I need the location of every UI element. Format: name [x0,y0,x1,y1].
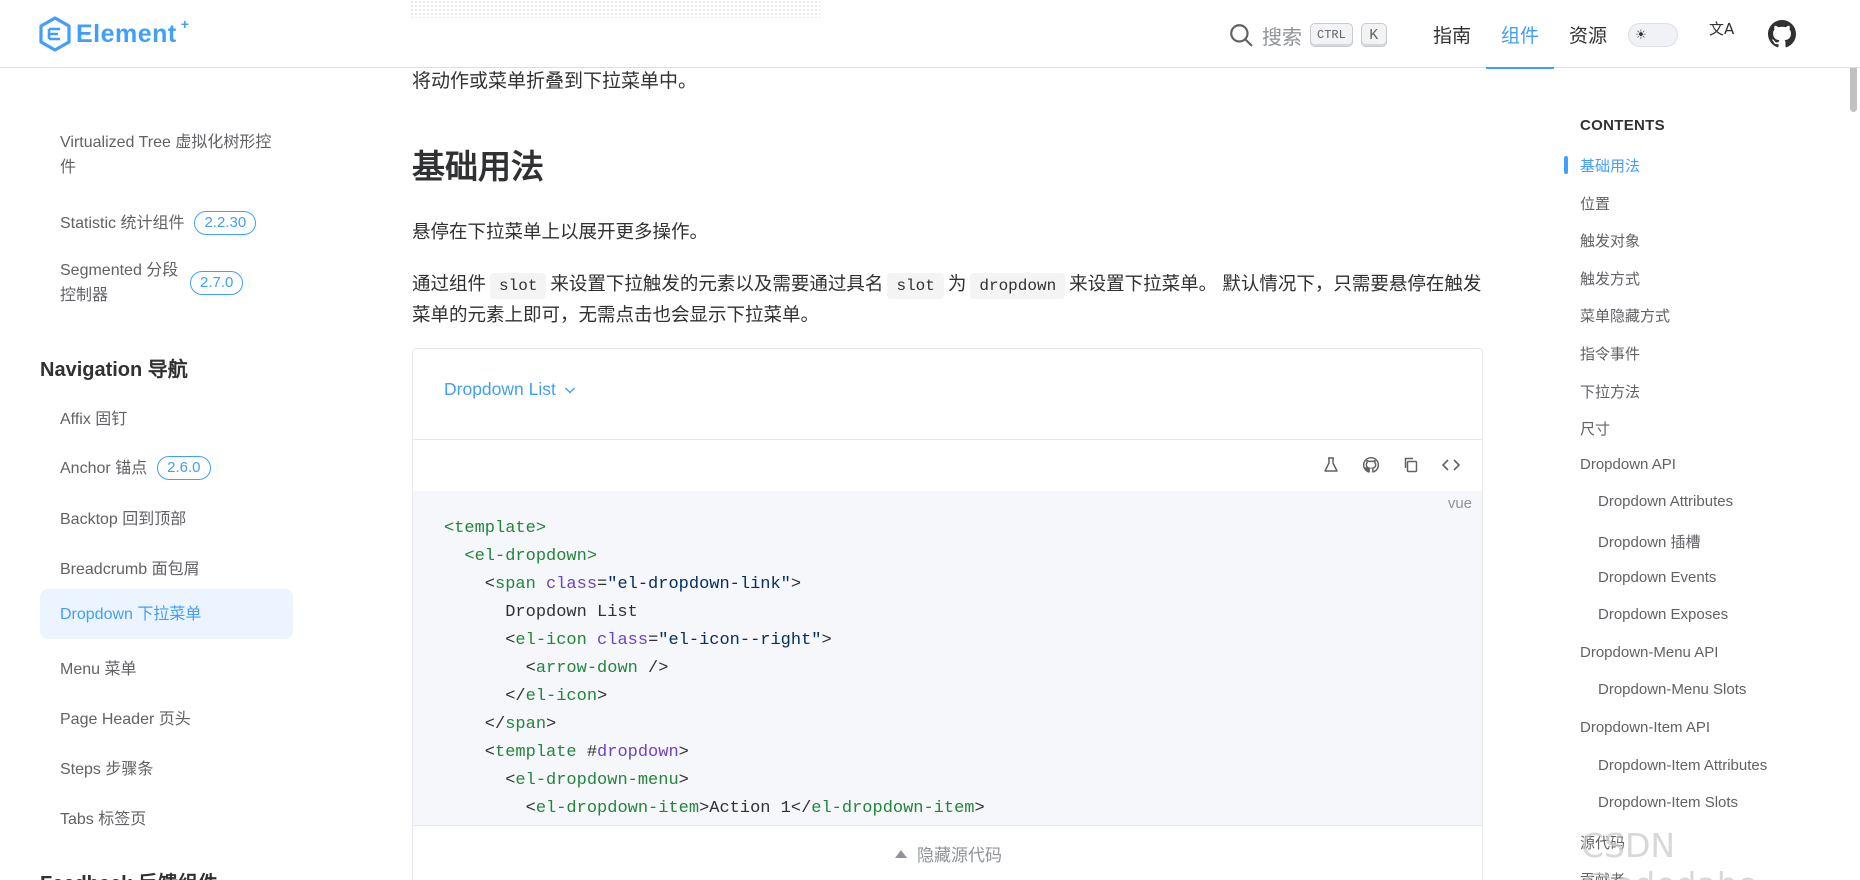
toc-item[interactable]: Dropdown 插槽 [1598,531,1701,552]
sidebar-item-virtualized-tree[interactable]: Virtualized Tree 虚拟化树形控件 [40,129,293,181]
demo-preview: Dropdown List [413,349,1482,440]
sidebar-item-anchor[interactable]: Anchor 锚点 2.6.0 [40,450,293,486]
toc-item[interactable]: Dropdown Attributes [1598,493,1733,510]
section-heading-basic-usage: 基础用法 [412,148,544,185]
sidebar-item-label: Affix 固钉 [60,410,128,428]
sidebar-item-label: Menu 菜单 [60,660,137,678]
toc-item[interactable]: Dropdown Exposes [1598,606,1728,623]
demo-toolbar [413,440,1482,490]
inline-code: slot [490,273,547,299]
sidebar-item-menu[interactable]: Menu 菜单 [40,651,293,687]
github-icon[interactable] [1768,20,1796,48]
search-label: 搜索 [1262,26,1302,49]
detail-text: 来设置下拉触发的元素以及需要通过具名 [550,273,884,294]
toc-item[interactable]: Dropdown-Menu Slots [1598,681,1746,698]
sidebar-item-tabs[interactable]: Tabs 标签页 [40,801,293,837]
copy-icon[interactable] [1399,453,1423,477]
logo-text: Element [76,19,177,48]
toc-item[interactable]: Dropdown API [1580,456,1676,473]
sidebar-item-label: Segmented 分段控制器 [60,262,179,304]
search-icon [1230,24,1253,47]
toc-item[interactable]: Dropdown-Item Attributes [1598,757,1767,774]
top-header: Element + 搜索 CTRL K 指南 组件 资源 ☀ 文A [0,0,1860,69]
version-badge: 2.6.0 [157,456,211,480]
sidebar-item-steps[interactable]: Steps 步骤条 [40,751,293,787]
sidebar-item-label: Tabs 标签页 [60,810,147,828]
nav-components[interactable]: 组件 [1486,0,1555,69]
sidebar-item-label: Dropdown 下拉菜单 [60,605,202,623]
sidebar-item-label: Statistic 统计组件 [60,214,185,232]
sidebar-item-label: Backtop 回到顶部 [60,510,187,528]
nav-resources[interactable]: 资源 [1554,0,1622,68]
toc-item[interactable]: Dropdown-Item API [1580,719,1710,736]
sun-icon: ☀ [1635,27,1647,42]
sidebar-item-label: Breadcrumb 面包屑 [60,560,200,578]
chevron-down-icon [564,387,575,393]
sidebar-item-label: Anchor 锚点 [60,459,148,477]
toc-title: CONTENTS [1580,117,1665,134]
demo-block: Dropdown List vue <template> <el-dropdow… [412,348,1483,880]
watermark: CSDN @ededabo [1581,826,1758,880]
toc-item[interactable]: 基础用法 [1580,155,1640,176]
toc-item[interactable]: 触发对象 [1580,230,1640,251]
toc-item[interactable]: 尺寸 [1580,418,1610,439]
top-nav: 指南 组件 资源 [1418,0,1622,69]
sidebar-item-affix[interactable]: Affix 固钉 [40,401,293,437]
sidebar: Virtualized Tree 虚拟化树形控件 Statistic 统计组件 … [0,69,340,880]
toc-item[interactable]: 菜单隐藏方式 [1580,305,1670,326]
logo-superscript: + [180,16,189,32]
toc-item[interactable]: 指令事件 [1580,343,1640,364]
kbd-ctrl: CTRL [1310,23,1353,47]
section-description: 悬停在下拉菜单上以展开更多操作。 [412,221,709,242]
intro-text: 将动作或菜单折叠到下拉菜单中。 [412,71,698,92]
toc-item[interactable]: 下拉方法 [1580,381,1640,402]
section-detail: 通过组件 slot 来设置下拉触发的元素以及需要通过具名 slot 为 dropdown 来… [412,268,1482,330]
sidebar-item-label: Steps 步骤条 [60,760,154,778]
toc-item[interactable]: Dropdown-Item Slots [1598,794,1738,811]
code-toggle-icon[interactable] [1439,453,1463,477]
element-logo[interactable]: Element + [38,16,189,52]
dropdown-list-trigger[interactable]: Dropdown List [444,379,576,400]
search-button[interactable]: 搜索 CTRL K [1228,20,1387,50]
version-badge: 2.2.30 [194,211,257,235]
hide-source-button[interactable]: 隐藏源代码 [413,825,1482,880]
hide-source-label: 隐藏源代码 [917,846,1002,865]
detail-text: 通过组件 [412,273,487,294]
sidebar-item-backtop[interactable]: Backtop 回到顶部 [40,501,293,537]
code-language-tag: vue [1447,495,1472,512]
detail-text: 为 [947,273,967,294]
toc-item[interactable]: Dropdown-Menu API [1580,644,1718,661]
toc-item[interactable]: 位置 [1580,193,1610,214]
toc-item[interactable]: Dropdown Events [1598,569,1716,586]
theme-toggle[interactable]: ☀ [1628,23,1678,47]
code-lines: <template> <el-dropdown> <span class="el… [444,519,985,818]
inline-code: slot [887,273,944,299]
sidebar-item-statistic[interactable]: Statistic 统计组件 2.2.30 [40,205,293,241]
sidebar-group-navigation: Navigation 导航 [40,359,188,381]
sidebar-item-breadcrumb[interactable]: Breadcrumb 面包屑 [40,551,293,587]
element-logo-icon [39,16,71,52]
header-decoration [410,0,820,18]
github-edit-icon[interactable] [1359,453,1383,477]
inline-code: dropdown [970,273,1066,299]
dropdown-label: Dropdown List [444,379,556,399]
sidebar-item-page-header[interactable]: Page Header 页头 [40,701,293,737]
nav-guide[interactable]: 指南 [1418,0,1486,68]
sidebar-item-label: Page Header 页头 [60,710,191,728]
caret-up-icon [895,849,907,858]
sidebar-item-label: Virtualized Tree 虚拟化树形控件 [60,134,272,176]
playground-icon[interactable] [1319,453,1343,477]
toc-active-marker [1564,156,1568,174]
source-code-block: vue <template> <el-dropdown> <span class… [413,491,1482,825]
sidebar-group-feedback: Feedback 反馈组件 [40,867,218,880]
translate-icon[interactable]: 文A [1708,18,1738,50]
sidebar-item-segmented[interactable]: Segmented 分段控制器 2.7.0 [40,255,293,311]
version-badge: 2.7.0 [190,271,244,295]
toc-item[interactable]: 触发方式 [1580,268,1640,289]
translate-glyph: 文A [1709,20,1735,38]
kbd-k: K [1360,23,1387,47]
sidebar-item-dropdown[interactable]: Dropdown 下拉菜单 [40,589,293,639]
svg-text:文A: 文A [1709,20,1735,38]
